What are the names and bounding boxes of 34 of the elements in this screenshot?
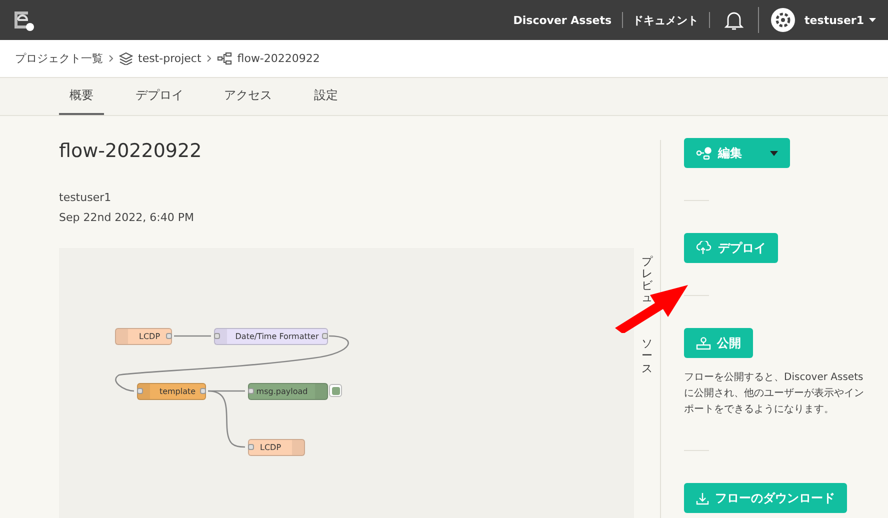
download-icon: [696, 492, 709, 504]
breadcrumb-link[interactable]: flow-20220922: [217, 52, 320, 65]
tab[interactable]: 概要: [59, 78, 104, 115]
header-link[interactable]: Discover Assets: [503, 14, 622, 26]
chevron-icon: [207, 55, 212, 62]
created-date: Sep 22nd 2022, 6:40 PM: [59, 210, 195, 226]
flow-node[interactable]: LCDP: [248, 439, 305, 456]
chevron-icon: [109, 55, 113, 62]
cloud-icon: [696, 241, 712, 255]
user-menu[interactable]: testuser1: [804, 14, 876, 26]
breadcrumb-link[interactable]: プロジェクト一覧: [15, 51, 103, 66]
flow-node[interactable]: template: [137, 383, 206, 400]
flow-node[interactable]: msg.payload: [248, 383, 328, 400]
tab[interactable]: アクセス: [215, 78, 281, 115]
flow-node[interactable]: Date/Time Formatter: [214, 328, 328, 345]
flow-title: flow-20220922: [59, 140, 203, 162]
preview-tab[interactable]: プレビュ: [642, 256, 653, 304]
flow-edit-icon: [696, 146, 712, 160]
breadcrumb-link[interactable]: test-project: [119, 52, 202, 65]
tab[interactable]: デプロイ: [104, 78, 215, 115]
publish-description: フローを公開すると、Discover Assets に公開され、他のユーザーが表示やインポートをできるようになります。: [684, 371, 865, 417]
preview-tab[interactable]: ソース: [642, 338, 653, 375]
layers-icon: [119, 52, 133, 65]
debug-toggle[interactable]: [329, 384, 342, 397]
publish-icon: [696, 336, 711, 350]
caret-icon[interactable]: [869, 18, 876, 22]
author-name: testuser1: [59, 190, 112, 206]
tab[interactable]: 設定: [281, 78, 371, 115]
flow-node[interactable]: LCDP: [115, 328, 172, 345]
avatar-icon[interactable]: [770, 8, 795, 32]
caret-icon[interactable]: [770, 150, 778, 156]
flow-icon: [217, 52, 232, 65]
header-link[interactable]: ドキュメント: [622, 12, 709, 28]
bell-icon[interactable]: [724, 10, 744, 30]
